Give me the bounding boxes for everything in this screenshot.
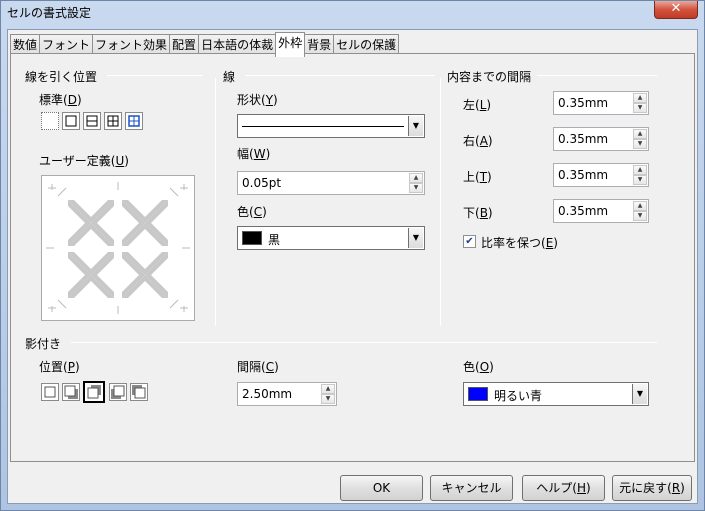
shadow-bottom-right[interactable] [62,383,80,401]
line-width-value: 0.05pt [242,176,282,190]
line-color-label: 色(C) [237,205,267,219]
cancel-button[interactable]: キャンセル [430,475,513,501]
spacing-bottom-spinner[interactable]: ▲ ▼ [633,201,647,221]
close-icon: ✕ [670,1,682,16]
spin-up-icon[interactable]: ▲ [633,93,647,103]
spacing-right-value: 0.35mm [558,132,609,146]
shadow-color-select[interactable]: 明るい青 ▼ [463,382,649,406]
divider [245,75,435,76]
user-defined-label: ユーザー定義(U) [39,154,129,168]
shadow-position-presets [41,381,153,403]
help-button[interactable]: ヘルプ(H) [522,475,605,501]
spin-down-icon[interactable]: ▼ [633,139,647,149]
chevron-down-icon[interactable]: ▼ [408,228,423,248]
tab-borders[interactable]: 外枠 [275,32,306,57]
spin-up-icon[interactable]: ▲ [633,165,647,175]
line-arrangement-title: 線を引く位置 [25,70,98,84]
shadow-none[interactable] [41,383,59,401]
spin-up-icon[interactable]: ▲ [321,384,335,394]
chevron-down-icon[interactable]: ▼ [408,116,423,136]
default-label: 標準(D) [39,93,82,107]
spin-up-icon[interactable]: ▲ [409,173,423,183]
spacing-left-spinner[interactable]: ▲ ▼ [633,93,647,113]
shadow-bottom-left[interactable] [109,383,127,401]
chevron-down-icon[interactable]: ▼ [632,384,647,404]
preset-none[interactable] [41,112,59,130]
line-color-select[interactable]: 黒 ▼ [237,226,425,250]
synchronize-label[interactable]: 比率を保つ(E) [481,234,558,251]
line-style-label: 形状(Y) [237,93,278,107]
shadow-color-value: 明るい青 [494,389,543,403]
default-presets [41,112,147,132]
close-button[interactable]: ✕ [654,1,698,19]
shadow-top-left[interactable] [130,383,148,401]
preset-outer[interactable] [62,112,80,130]
title-bar[interactable]: セルの書式設定 ✕ [1,1,704,23]
line-width-label: 幅(W) [237,147,271,161]
spacing-bottom-label: 下(B) [463,206,493,220]
shadow-top-right[interactable] [83,381,105,403]
spacing-left-field[interactable]: 0.35mm ▲ ▼ [553,91,649,115]
spacing-bottom-value: 0.35mm [558,204,609,218]
spacing-right-field[interactable]: 0.35mm ▲ ▼ [553,127,649,151]
shadow-distance-label: 間隔(C) [237,360,279,374]
line-color-swatch [242,231,262,245]
shadow-title: 影付き [25,337,62,351]
border-preview-icon [46,182,190,314]
spacing-top-value: 0.35mm [558,168,609,182]
dialog-title: セルの書式設定 [7,6,92,20]
preset-outer-horizontal[interactable] [83,112,101,130]
divider [107,75,203,76]
spin-down-icon[interactable]: ▼ [633,211,647,221]
spacing-right-label: 右(A) [463,134,493,148]
shadow-distance-value: 2.50mm [242,387,293,401]
ok-button[interactable]: OK [340,475,423,501]
spin-down-icon[interactable]: ▼ [633,103,647,113]
line-width-spinner[interactable]: ▲ ▼ [409,173,423,193]
synchronize-checkbox[interactable]: ✔ [463,235,476,248]
spin-down-icon[interactable]: ▼ [321,394,335,404]
spacing-top-field[interactable]: 0.35mm ▲ ▼ [553,163,649,187]
line-style-select[interactable]: ▼ [237,114,425,138]
preset-outer-inner[interactable] [125,112,143,130]
user-defined-border-area[interactable] [41,175,195,321]
divider [537,75,657,76]
divider [215,78,216,326]
spacing-left-label: 左(L) [463,98,492,112]
line-title: 線 [223,70,236,84]
line-color-value: 黒 [268,233,281,247]
spin-up-icon[interactable]: ▲ [633,201,647,211]
line-width-field[interactable]: 0.05pt ▲ ▼ [237,171,425,195]
shadow-color-label: 色(O) [463,360,494,374]
spacing-top-spinner[interactable]: ▲ ▼ [633,165,647,185]
spacing-title: 内容までの間隔 [447,70,532,84]
spacing-bottom-field[interactable]: 0.35mm ▲ ▼ [553,199,649,223]
spacing-left-value: 0.35mm [558,96,609,110]
divider [440,78,441,326]
spacing-right-spinner[interactable]: ▲ ▼ [633,129,647,149]
divider [71,342,657,343]
line-style-preview [242,126,404,127]
dialog-client: 数値 フォント フォント効果 配置 日本語の体裁 外枠 背景 セルの保護 線を引… [7,29,698,504]
reset-button[interactable]: 元に戻す(R) [612,475,692,501]
shadow-distance-spinner[interactable]: ▲ ▼ [321,384,335,404]
check-icon: ✔ [465,236,474,247]
borders-panel: 線を引く位置 標準(D) ユーザー定義(U) 線 形状(Y) ▼ 幅(W) 0.… [10,53,695,462]
tab-strip: 数値 フォント フォント効果 配置 日本語の体裁 外枠 背景 セルの保護 [10,32,400,57]
preset-outer-all[interactable] [104,112,122,130]
spin-down-icon[interactable]: ▼ [633,175,647,185]
spin-down-icon[interactable]: ▼ [409,183,423,193]
spacing-top-label: 上(T) [463,170,492,184]
shadow-color-swatch [468,387,488,401]
dialog-window: セルの書式設定 ✕ 数値 フォント フォント効果 配置 日本語の体裁 外枠 背景… [0,0,705,511]
spin-up-icon[interactable]: ▲ [633,129,647,139]
shadow-distance-field[interactable]: 2.50mm ▲ ▼ [237,382,337,406]
shadow-position-label: 位置(P) [39,360,80,374]
